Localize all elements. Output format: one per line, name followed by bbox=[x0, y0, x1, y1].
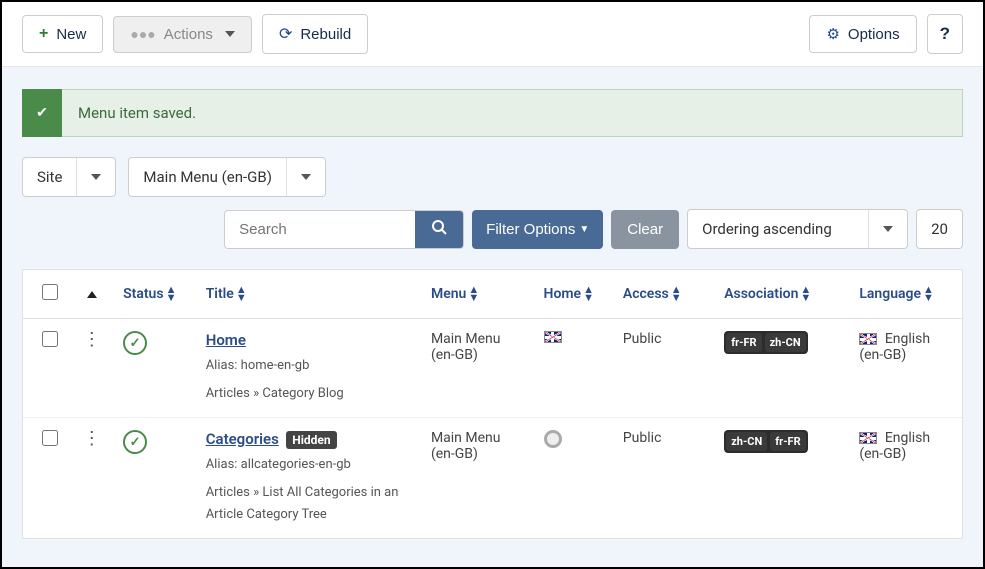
client-select[interactable]: Site bbox=[22, 157, 116, 197]
sort-asc-icon bbox=[87, 291, 97, 298]
item-alias: Alias: allcategories-en-gb bbox=[206, 454, 411, 476]
item-access: Public bbox=[613, 319, 714, 418]
col-ordering[interactable] bbox=[70, 270, 113, 319]
sort-icon: ▲▼ bbox=[583, 286, 594, 302]
item-menu: Main Menu (en-GB) bbox=[421, 418, 534, 539]
sort-icon: ▲▼ bbox=[236, 286, 247, 302]
sort-icon: ▲▼ bbox=[166, 286, 177, 302]
association-badges: zh-CN fr-FR bbox=[724, 430, 807, 453]
association-badge[interactable]: fr-FR bbox=[770, 432, 805, 451]
hidden-badge: Hidden bbox=[286, 431, 336, 449]
ellipsis-icon: ●●● bbox=[130, 26, 155, 42]
caret-down-icon: ▼ bbox=[579, 224, 589, 235]
table-row: ⋮ ✓ Categories Hidden Alias: allcategori… bbox=[23, 418, 962, 539]
language-flag-icon bbox=[859, 333, 877, 345]
ordering-select[interactable]: Ordering ascending bbox=[687, 209, 908, 249]
table-row: ⋮ ✓ Home Alias: home-en-gb Articles » Ca… bbox=[23, 319, 962, 418]
clear-label: Clear bbox=[627, 221, 663, 238]
search-icon bbox=[431, 219, 447, 239]
menu-select-value: Main Menu (en-GB) bbox=[129, 158, 286, 196]
options-button[interactable]: ⚙ Options bbox=[809, 15, 916, 53]
actions-label: Actions bbox=[164, 26, 213, 43]
association-badge[interactable]: zh-CN bbox=[765, 333, 806, 352]
filter-selects-row: Site Main Menu (en-GB) bbox=[22, 157, 963, 197]
alert-message: Menu item saved. bbox=[62, 89, 963, 137]
col-language[interactable]: Language▲▼ bbox=[849, 270, 962, 319]
search-group bbox=[224, 210, 464, 249]
row-checkbox[interactable] bbox=[42, 430, 58, 446]
filter-options-label: Filter Options bbox=[486, 221, 575, 238]
alert-success: ✔ Menu item saved. bbox=[22, 89, 963, 137]
limit-select[interactable]: 20 bbox=[916, 209, 963, 249]
row-actions-kebab[interactable]: ⋮ bbox=[83, 329, 101, 350]
item-title-link[interactable]: Home bbox=[206, 331, 246, 349]
sort-icon: ▲▼ bbox=[923, 286, 934, 302]
chevron-down-icon bbox=[225, 31, 235, 37]
association-badge[interactable]: fr-FR bbox=[726, 333, 761, 352]
new-button[interactable]: + New bbox=[22, 15, 103, 53]
col-association[interactable]: Association▲▼ bbox=[714, 270, 849, 319]
row-checkbox[interactable] bbox=[42, 331, 58, 347]
items-table-wrap: Status▲▼ Title▲▼ Menu▲▼ Home▲▼ Access▲▼ … bbox=[22, 269, 963, 539]
col-checkbox bbox=[23, 270, 70, 319]
select-all-checkbox[interactable] bbox=[42, 284, 58, 300]
association-badge[interactable]: zh-CN bbox=[726, 432, 767, 451]
col-access[interactable]: Access▲▼ bbox=[613, 270, 714, 319]
search-input[interactable] bbox=[225, 211, 415, 248]
plus-icon: + bbox=[39, 25, 48, 43]
item-title-link[interactable]: Categories bbox=[206, 430, 279, 448]
items-table: Status▲▼ Title▲▼ Menu▲▼ Home▲▼ Access▲▼ … bbox=[23, 270, 962, 538]
gear-icon: ⚙ bbox=[826, 25, 839, 43]
item-access: Public bbox=[613, 418, 714, 539]
check-circle-icon: ✔ bbox=[22, 89, 62, 137]
item-type: Articles » List All Categories in an Art… bbox=[206, 482, 411, 526]
client-select-value: Site bbox=[23, 158, 76, 196]
home-flag-icon[interactable] bbox=[544, 331, 562, 343]
menu-select[interactable]: Main Menu (en-GB) bbox=[128, 157, 326, 197]
home-default-toggle[interactable] bbox=[544, 430, 562, 448]
refresh-icon: ⟳ bbox=[279, 24, 292, 44]
limit-value: 20 bbox=[931, 220, 948, 238]
toolbar: + New ●●● Actions ⟳ Rebuild ⚙ Options ? bbox=[2, 2, 983, 67]
sort-icon: ▲▼ bbox=[800, 286, 811, 302]
item-type: Articles » Category Blog bbox=[206, 383, 411, 405]
new-label: New bbox=[56, 26, 86, 43]
filter-options-button[interactable]: Filter Options ▼ bbox=[472, 210, 603, 249]
rebuild-label: Rebuild bbox=[300, 26, 351, 43]
item-alias: Alias: home-en-gb bbox=[206, 355, 411, 377]
item-menu: Main Menu (en-GB) bbox=[421, 319, 534, 418]
clear-button[interactable]: Clear bbox=[611, 210, 679, 249]
rebuild-button[interactable]: ⟳ Rebuild bbox=[262, 14, 368, 54]
chevron-down-icon bbox=[286, 158, 325, 196]
options-label: Options bbox=[848, 26, 900, 43]
chevron-down-icon bbox=[76, 158, 115, 196]
row-actions-kebab[interactable]: ⋮ bbox=[83, 428, 101, 449]
search-filter-row: Filter Options ▼ Clear Ordering ascendin… bbox=[22, 209, 963, 249]
status-published-icon[interactable]: ✓ bbox=[123, 430, 147, 454]
ordering-value: Ordering ascending bbox=[688, 210, 868, 248]
col-title[interactable]: Title▲▼ bbox=[196, 270, 421, 319]
language-flag-icon bbox=[859, 432, 877, 444]
help-label: ? bbox=[940, 24, 950, 44]
help-button[interactable]: ? bbox=[927, 14, 963, 54]
col-status[interactable]: Status▲▼ bbox=[113, 270, 196, 319]
col-menu[interactable]: Menu▲▼ bbox=[421, 270, 534, 319]
association-badges: fr-FR zh-CN bbox=[724, 331, 807, 354]
search-button[interactable] bbox=[415, 211, 463, 248]
sort-icon: ▲▼ bbox=[468, 286, 479, 302]
status-published-icon[interactable]: ✓ bbox=[123, 331, 147, 355]
sort-icon: ▲▼ bbox=[671, 286, 682, 302]
chevron-down-icon bbox=[868, 210, 907, 248]
actions-button[interactable]: ●●● Actions bbox=[113, 16, 252, 53]
col-home[interactable]: Home▲▼ bbox=[534, 270, 613, 319]
